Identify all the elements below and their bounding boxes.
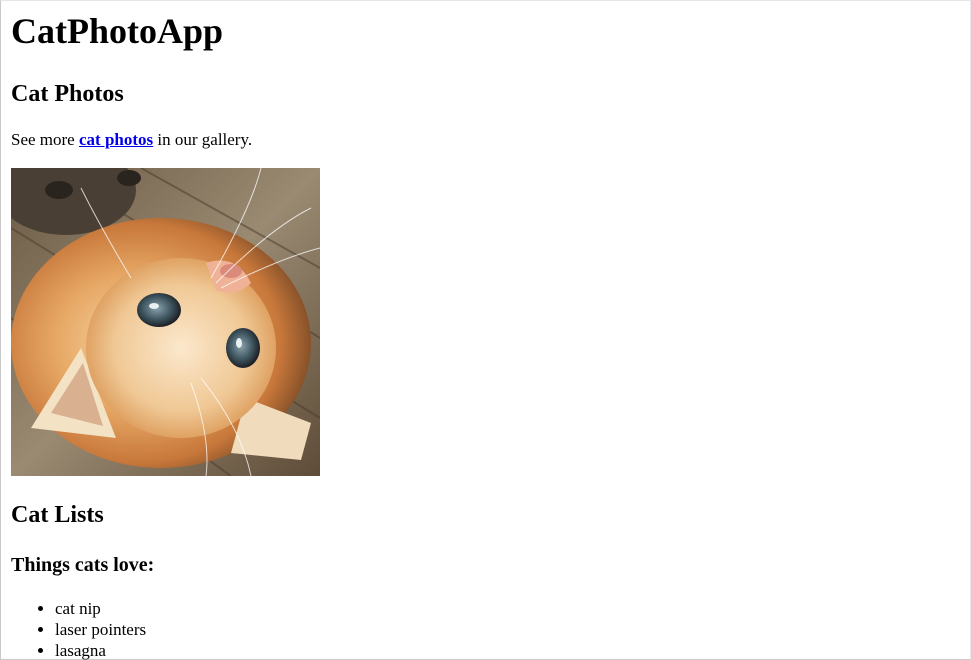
app-title: CatPhotoApp — [11, 11, 224, 51]
cat-photo[interactable] — [11, 168, 320, 476]
list-item: laser pointers — [55, 619, 951, 640]
main-content: CatPhotoApp Cat Photos See more cat phot… — [11, 0, 951, 660]
things-cats-love-heading: Things cats love: — [11, 554, 155, 576]
gallery-text-after: in our gallery. — [153, 130, 253, 149]
cat-lists-heading: Cat Lists — [11, 502, 104, 528]
list-item: lasagna — [55, 640, 951, 660]
gallery-text-before: See more — [11, 130, 79, 149]
cat-photos-heading: Cat Photos — [11, 81, 124, 107]
list-item: cat nip — [55, 598, 951, 619]
cat-loves-list: cat nip laser pointers lasagna — [11, 598, 951, 660]
gallery-paragraph: See more cat photos in our gallery. — [11, 130, 951, 150]
cat-photos-link[interactable]: cat photos — [79, 130, 153, 149]
